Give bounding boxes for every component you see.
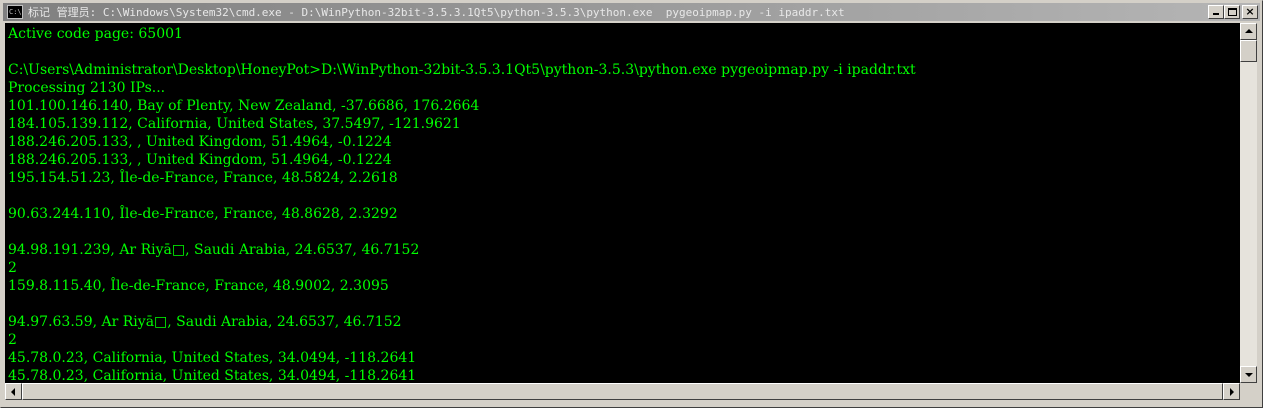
console-line: 188.246.205.133, , United Kingdom, 51.49… — [8, 134, 392, 150]
maximize-icon — [1228, 8, 1237, 16]
console-line: 188.246.205.133, , United Kingdom, 51.49… — [8, 152, 392, 168]
close-button[interactable]: × — [1242, 5, 1258, 19]
vertical-scroll-thumb[interactable] — [1240, 40, 1257, 62]
minimize-icon — [1213, 13, 1219, 15]
console-line: 184.105.139.112, California, United Stat… — [8, 116, 461, 132]
console-line: 101.100.146.140, Bay of Plenty, New Zeal… — [8, 98, 480, 114]
maximize-button[interactable] — [1224, 5, 1240, 19]
console-line: 159.8.115.40, Île-de-France, France, 48.… — [8, 278, 389, 294]
window-title: 标记 管理员: C:\Windows\System32\cmd.exe - D:… — [28, 6, 845, 19]
title-bar[interactable]: C:\ 标记 管理员: C:\Windows\System32\cmd.exe … — [3, 3, 1260, 21]
console-line: C:\Users\Administrator\Desktop\HoneyPot>… — [8, 62, 916, 78]
window-controls: × — [1208, 5, 1258, 19]
scroll-up-button[interactable] — [1240, 23, 1257, 40]
scroll-left-button[interactable] — [5, 383, 22, 400]
console-line: 90.63.244.110, Île-de-France, France, 48… — [8, 206, 398, 222]
console-line: 2 — [8, 260, 17, 276]
scroll-down-button[interactable] — [1240, 366, 1257, 383]
console-line: 195.154.51.23, Île-de-France, France, 48… — [8, 170, 398, 186]
console-line: 94.97.63.59, Ar Riyā□, Saudi Arabia, 24.… — [8, 314, 402, 330]
vertical-scrollbar[interactable] — [1240, 23, 1257, 383]
scroll-down-arrow-icon — [1245, 373, 1253, 377]
close-icon: × — [1245, 5, 1255, 18]
console-line: 45.78.0.23, California, United States, 3… — [8, 350, 417, 366]
console-line: 45.78.0.23, California, United States, 3… — [8, 368, 417, 383]
console-line: 94.98.191.239, Ar Riyā□, Saudi Arabia, 2… — [8, 242, 420, 258]
console-icon[interactable]: C:\ — [7, 5, 23, 19]
console-line: Processing 2130 IPs... — [8, 80, 166, 96]
cmd-window: C:\ 标记 管理员: C:\Windows\System32\cmd.exe … — [0, 0, 1263, 408]
scroll-right-arrow-icon — [1230, 388, 1234, 396]
console-lines: Active code page: 65001 C:\Users\Administ… — [8, 25, 916, 383]
minimize-button[interactable] — [1208, 5, 1224, 19]
console-output[interactable]: Active code page: 65001 C:\Users\Administ… — [5, 23, 1240, 383]
console-line: 2 — [8, 332, 17, 348]
scrollbar-corner — [1240, 383, 1257, 400]
scroll-left-arrow-icon — [11, 388, 15, 396]
scroll-right-button[interactable] — [1223, 383, 1240, 400]
horizontal-scroll-thumb[interactable] — [22, 383, 1223, 400]
console-line: Active code page: 65001 — [8, 26, 183, 42]
scroll-up-arrow-icon — [1245, 29, 1253, 33]
horizontal-scrollbar[interactable] — [5, 383, 1240, 400]
